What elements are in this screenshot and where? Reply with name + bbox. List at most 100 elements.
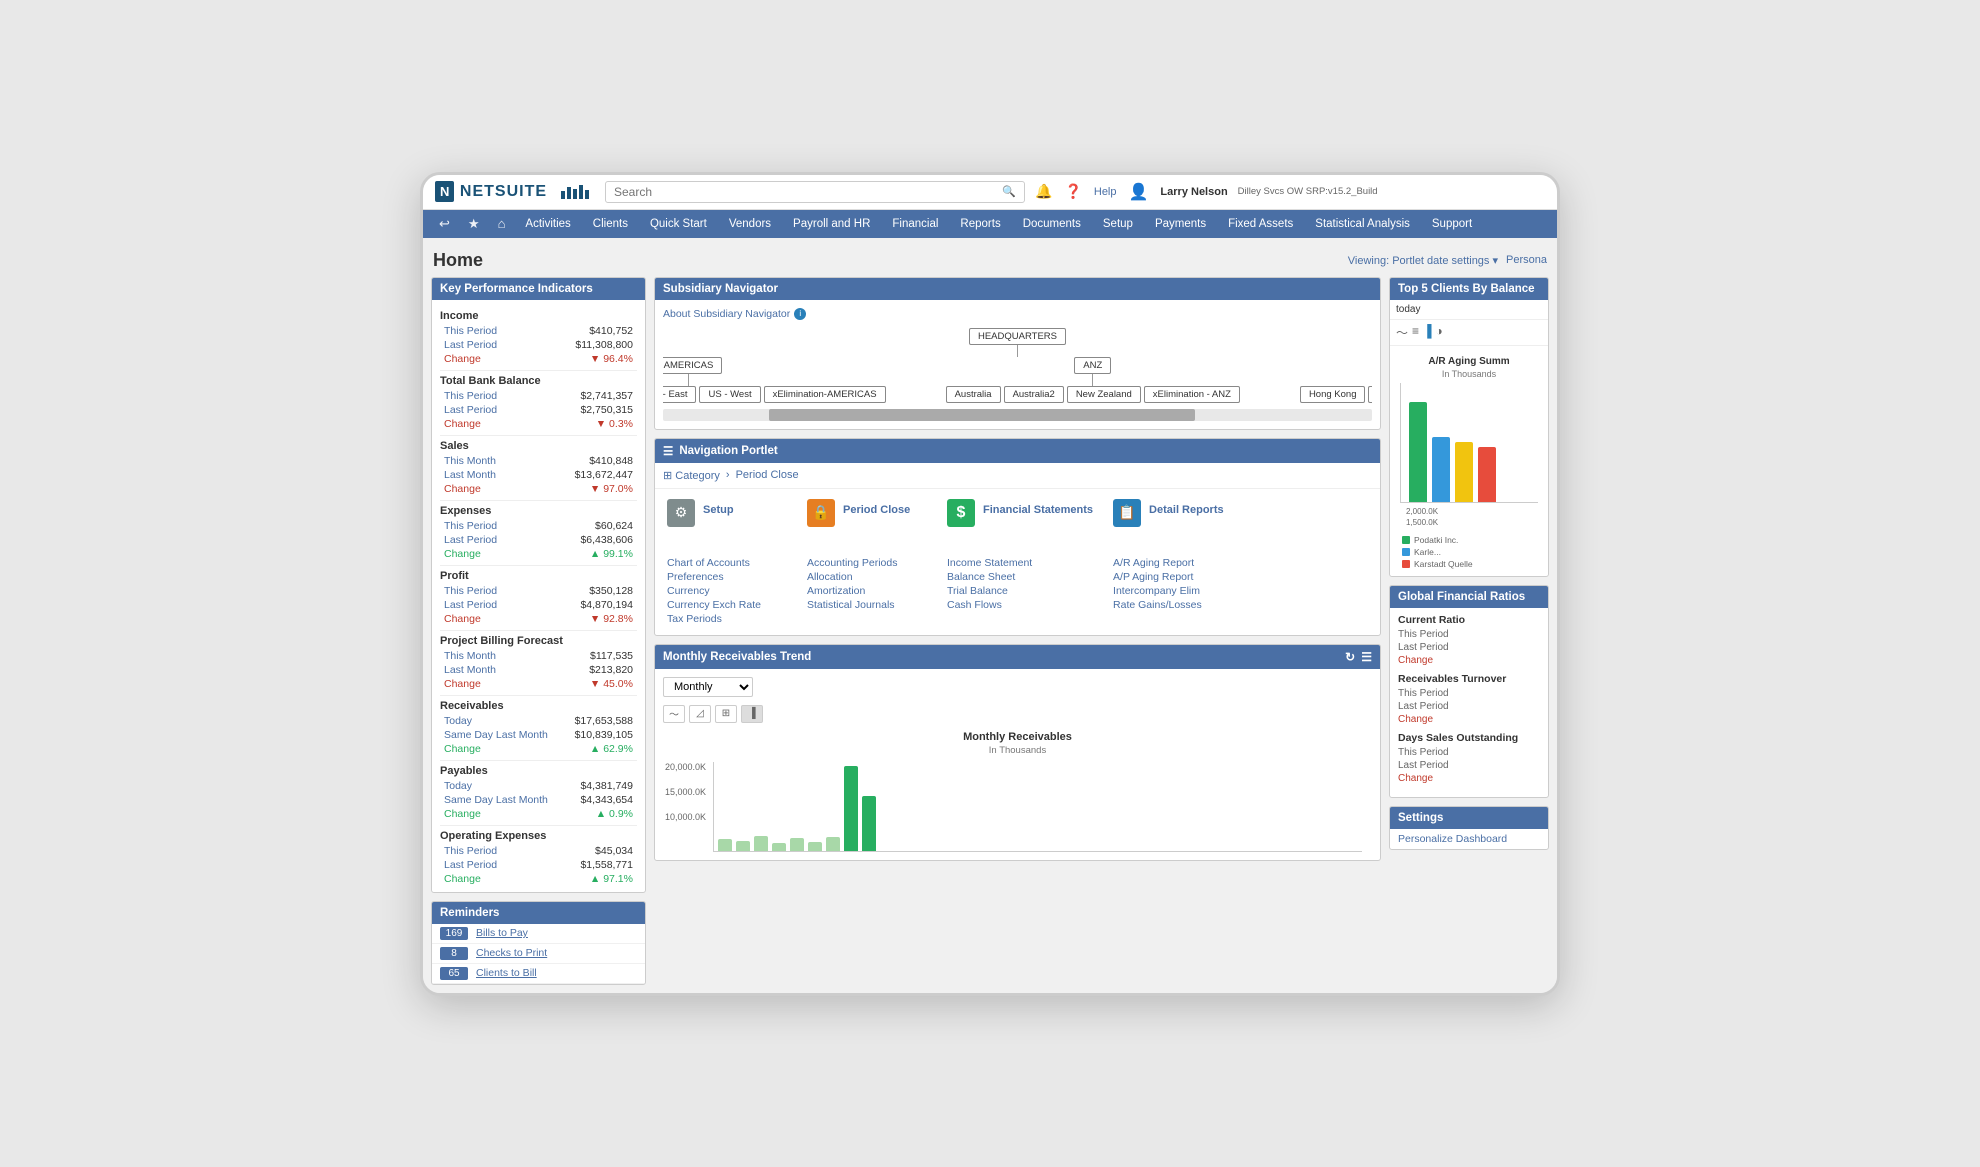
link-balance-sheet[interactable]: Balance Sheet xyxy=(947,571,1093,583)
nav-fixed-assets[interactable]: Fixed Assets xyxy=(1218,211,1303,237)
menu-dots-icon[interactable]: ☰ xyxy=(1361,650,1372,664)
link-currency-exch[interactable]: Currency Exch Rate xyxy=(667,599,787,611)
org-level1: AMERICAS Canada Mexico Peru US - East US… xyxy=(663,357,1372,403)
setup-header-row: ⚙ Setup xyxy=(667,499,787,527)
kpi-profit-title: Profit xyxy=(440,570,637,582)
filter-icon[interactable]: ≡ xyxy=(1412,324,1419,341)
table-icon[interactable]: ⊞ xyxy=(715,705,737,723)
bar-chart-active-icon[interactable]: ▐ xyxy=(1423,324,1432,341)
nav-financial[interactable]: Financial xyxy=(882,211,948,237)
nav-documents[interactable]: Documents xyxy=(1013,211,1091,237)
search-bar[interactable]: 🔍 xyxy=(605,181,1025,203)
left-sidebar: Key Performance Indicators Income This P… xyxy=(431,277,646,985)
clients-count: 65 xyxy=(440,967,468,980)
legend-karle: Karle... xyxy=(1402,547,1536,557)
horizontal-scrollbar[interactable] xyxy=(663,409,1372,421)
org-node-hk[interactable]: Hong Kong xyxy=(1300,386,1366,403)
nav-clients[interactable]: Clients xyxy=(583,211,638,237)
link-amortization[interactable]: Amortization xyxy=(807,585,927,597)
sub-nav-about[interactable]: About Subsidiary Navigator i xyxy=(663,308,1372,320)
nav-reports[interactable]: Reports xyxy=(950,211,1010,237)
help-icon[interactable]: ❓ xyxy=(1064,183,1081,200)
line-icon[interactable]: 〜 xyxy=(1396,324,1408,341)
line-chart-icon[interactable]: 〜 xyxy=(663,705,685,723)
nav-payments[interactable]: Payments xyxy=(1145,211,1216,237)
org-node-anz[interactable]: ANZ xyxy=(1074,357,1111,374)
nav-payroll[interactable]: Payroll and HR xyxy=(783,211,880,237)
link-accounting-periods[interactable]: Accounting Periods xyxy=(807,557,927,569)
star-icon[interactable]: ★ xyxy=(460,210,488,238)
link-statistical-journals[interactable]: Statistical Journals xyxy=(807,599,927,611)
back-icon[interactable]: ↩ xyxy=(431,210,458,238)
nav-support[interactable]: Support xyxy=(1422,211,1482,237)
help-label[interactable]: Help xyxy=(1094,186,1117,198)
link-trial-balance[interactable]: Trial Balance xyxy=(947,585,1093,597)
nav-vendors[interactable]: Vendors xyxy=(719,211,781,237)
personalize-dashboard-link[interactable]: Personalize Dashboard xyxy=(1390,829,1548,849)
nav-setup[interactable]: Setup xyxy=(1093,211,1143,237)
user-subtitle: Dilley Svcs OW SRP:v15.2_Build xyxy=(1238,186,1378,197)
breadcrumb-period-close[interactable]: Period Close xyxy=(736,469,799,481)
period-close-links: Accounting Periods Allocation Amortizati… xyxy=(807,557,927,611)
org-node-uswest[interactable]: US - West xyxy=(699,386,760,403)
top-clients-panel: Top 5 Clients By Balance today 〜 ≡ ▐ ◑ A… xyxy=(1389,277,1549,577)
link-ap-aging[interactable]: A/P Aging Report xyxy=(1113,571,1233,583)
org-node-japan[interactable]: Japan xyxy=(1368,386,1372,403)
pie-chart-icon[interactable]: ◑ xyxy=(1436,324,1443,341)
org-node-hq[interactable]: HEADQUARTERS xyxy=(969,328,1066,345)
setup-title: Setup xyxy=(703,504,734,516)
link-currency[interactable]: Currency xyxy=(667,585,787,597)
monthly-controls: ↻ ☰ xyxy=(1345,650,1372,664)
notification-icon[interactable]: 🔔 xyxy=(1035,183,1052,200)
persona-label[interactable]: Persona xyxy=(1506,254,1547,266)
kpi-row: Same Day Last Month $10,839,105 xyxy=(440,728,637,742)
bar1 xyxy=(561,191,565,199)
kpi-expenses-title: Expenses xyxy=(440,505,637,517)
org-node-xelim-am[interactable]: xElimination-AMERICAS xyxy=(764,386,886,403)
search-input[interactable] xyxy=(614,185,1002,199)
gfr-days-sales-title: Days Sales Outstanding xyxy=(1398,732,1540,744)
info-icon[interactable]: i xyxy=(794,308,806,320)
org-node-americas[interactable]: AMERICAS xyxy=(663,357,722,374)
kpi-divider xyxy=(440,630,637,631)
breadcrumb-category[interactable]: ⊞ Category xyxy=(663,469,720,482)
link-tax-periods[interactable]: Tax Periods xyxy=(667,613,787,625)
viewing-info[interactable]: Viewing: Portlet date settings ▾ xyxy=(1348,254,1498,267)
ar-bar-1 xyxy=(1409,402,1427,502)
area-chart-icon[interactable]: ◿ xyxy=(689,705,711,723)
kpi-row: Change ▼ 96.4% xyxy=(440,352,637,366)
gfr-current-ratio-title: Current Ratio xyxy=(1398,614,1540,626)
ar-y-2000: 2,000.0K xyxy=(1406,507,1438,516)
nav-portlet-header: ☰ Navigation Portlet xyxy=(655,439,1380,463)
nav-statistical[interactable]: Statistical Analysis xyxy=(1305,211,1420,237)
bar5 xyxy=(585,190,589,199)
nav-activities[interactable]: Activities xyxy=(515,211,580,237)
org-node-useast[interactable]: US - East xyxy=(663,386,696,403)
home-icon[interactable]: ⌂ xyxy=(490,210,514,237)
link-income-statement[interactable]: Income Statement xyxy=(947,557,1093,569)
org-node-nz[interactable]: New Zealand xyxy=(1067,386,1141,403)
top-clients-header: Top 5 Clients By Balance xyxy=(1390,278,1548,300)
link-preferences[interactable]: Preferences xyxy=(667,571,787,583)
bills-link[interactable]: Bills to Pay xyxy=(476,927,528,939)
nav-quickstart[interactable]: Quick Start xyxy=(640,211,717,237)
org-node-xelim-anz[interactable]: xElimination - ANZ xyxy=(1144,386,1240,403)
link-rate-gains[interactable]: Rate Gains/Losses xyxy=(1113,599,1233,611)
link-intercompany[interactable]: Intercompany Elim xyxy=(1113,585,1233,597)
link-ar-aging[interactable]: A/R Aging Report xyxy=(1113,557,1233,569)
top-clients-period: today xyxy=(1390,300,1548,320)
link-cash-flows[interactable]: Cash Flows xyxy=(947,599,1093,611)
org-node-australia[interactable]: Australia xyxy=(946,386,1001,403)
refresh-icon[interactable]: ↻ xyxy=(1345,650,1355,664)
checks-link[interactable]: Checks to Print xyxy=(476,947,547,959)
kpi-row: Last Period $11,308,800 xyxy=(440,338,637,352)
page-title: Home xyxy=(433,250,483,271)
link-allocation[interactable]: Allocation xyxy=(807,571,927,583)
top-right-controls: 🔔 ❓ Help 👤 Larry Nelson Dilley Svcs OW S… xyxy=(1035,182,1378,202)
link-chart-of-accounts[interactable]: Chart of Accounts xyxy=(667,557,787,569)
monthly-dropdown-select[interactable]: Monthly Weekly Quarterly xyxy=(663,677,753,697)
bar-chart-type-icon[interactable]: ▐ xyxy=(741,705,763,723)
clients-link[interactable]: Clients to Bill xyxy=(476,967,537,979)
kpi-row: Same Day Last Month $4,343,654 xyxy=(440,793,637,807)
org-node-australia2[interactable]: Australia2 xyxy=(1004,386,1064,403)
